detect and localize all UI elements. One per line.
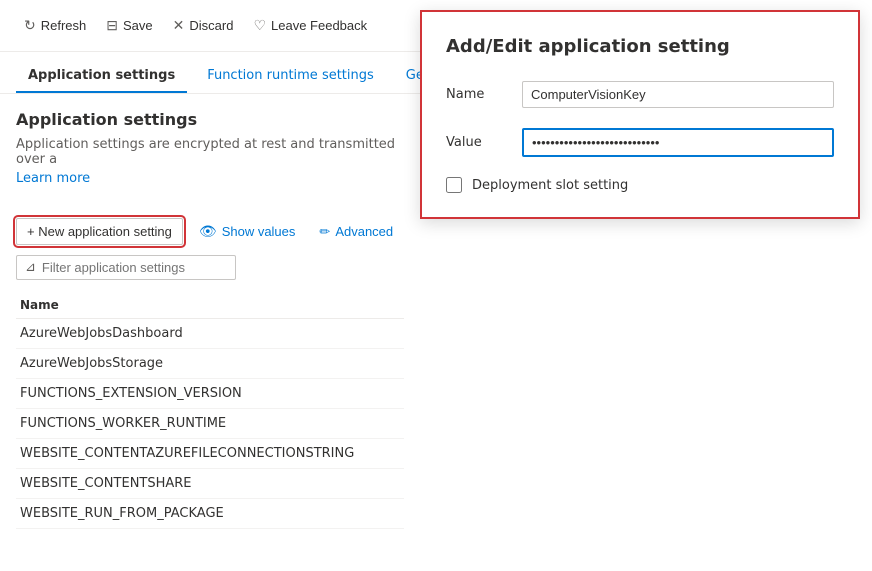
feedback-button[interactable]: ♡ Leave Feedback <box>245 13 375 38</box>
refresh-label: Refresh <box>41 18 87 33</box>
tabs: Application settings Function runtime se… <box>0 52 420 94</box>
discard-button[interactable]: ✕ Discard <box>165 13 242 38</box>
save-label: Save <box>123 18 153 33</box>
deployment-slot-row: Deployment slot setting <box>446 177 834 193</box>
add-edit-dialog: Add/Edit application setting Name Value … <box>420 10 860 219</box>
deployment-slot-checkbox[interactable] <box>446 177 462 193</box>
new-application-setting-button[interactable]: + New application setting <box>16 218 183 245</box>
action-bar: + New application setting 👁 Show values … <box>16 218 404 245</box>
pencil-icon: ✏ <box>319 224 330 240</box>
left-panel: ↻ Refresh ⊟ Save ✕ Discard ♡ Leave Feedb… <box>0 0 420 571</box>
filter-bar: ⊿ <box>16 255 236 280</box>
deployment-slot-label: Deployment slot setting <box>472 178 628 193</box>
tab-function-runtime[interactable]: Function runtime settings <box>195 60 386 93</box>
section-title: Application settings <box>16 110 404 129</box>
table-row[interactable]: WEBSITE_CONTENTAZUREFILECONNECTIONSTRING <box>16 439 404 469</box>
name-label: Name <box>446 87 506 102</box>
table-row[interactable]: AzureWebJobsDashboard <box>16 319 404 349</box>
filter-input[interactable] <box>42 260 227 275</box>
table-header-name: Name <box>16 292 404 319</box>
table-row[interactable]: FUNCTIONS_EXTENSION_VERSION <box>16 379 404 409</box>
table-row[interactable]: FUNCTIONS_WORKER_RUNTIME <box>16 409 404 439</box>
filter-icon: ⊿ <box>25 260 36 275</box>
feedback-icon: ♡ <box>253 17 266 34</box>
feedback-label: Leave Feedback <box>271 18 367 33</box>
value-input[interactable] <box>522 128 834 157</box>
value-form-row: Value <box>446 128 834 157</box>
description: Application settings are encrypted at re… <box>16 137 404 167</box>
show-values-button[interactable]: 👁 Show values <box>191 218 304 245</box>
discard-label: Discard <box>189 18 233 33</box>
main-content: Application settings Application setting… <box>0 94 420 545</box>
value-label: Value <box>446 135 506 150</box>
toolbar: ↻ Refresh ⊟ Save ✕ Discard ♡ Leave Feedb… <box>0 0 420 52</box>
refresh-icon: ↻ <box>24 17 36 34</box>
name-input[interactable] <box>522 81 834 108</box>
save-button[interactable]: ⊟ Save <box>98 13 160 38</box>
learn-more-link[interactable]: Learn more <box>16 171 90 186</box>
dialog-title: Add/Edit application setting <box>446 36 834 57</box>
eye-icon: 👁 <box>199 223 217 240</box>
refresh-button[interactable]: ↻ Refresh <box>16 13 94 38</box>
table-row[interactable]: AzureWebJobsStorage <box>16 349 404 379</box>
tab-general[interactable]: General <box>394 60 420 93</box>
save-icon: ⊟ <box>106 17 118 34</box>
settings-table: Name AzureWebJobsDashboard AzureWebJobsS… <box>16 292 404 529</box>
advanced-button[interactable]: ✏ Advanced <box>311 219 401 245</box>
name-form-row: Name <box>446 81 834 108</box>
table-row[interactable]: WEBSITE_CONTENTSHARE <box>16 469 404 499</box>
tab-application-settings[interactable]: Application settings <box>16 60 187 93</box>
discard-icon: ✕ <box>173 17 185 34</box>
table-row[interactable]: WEBSITE_RUN_FROM_PACKAGE <box>16 499 404 529</box>
